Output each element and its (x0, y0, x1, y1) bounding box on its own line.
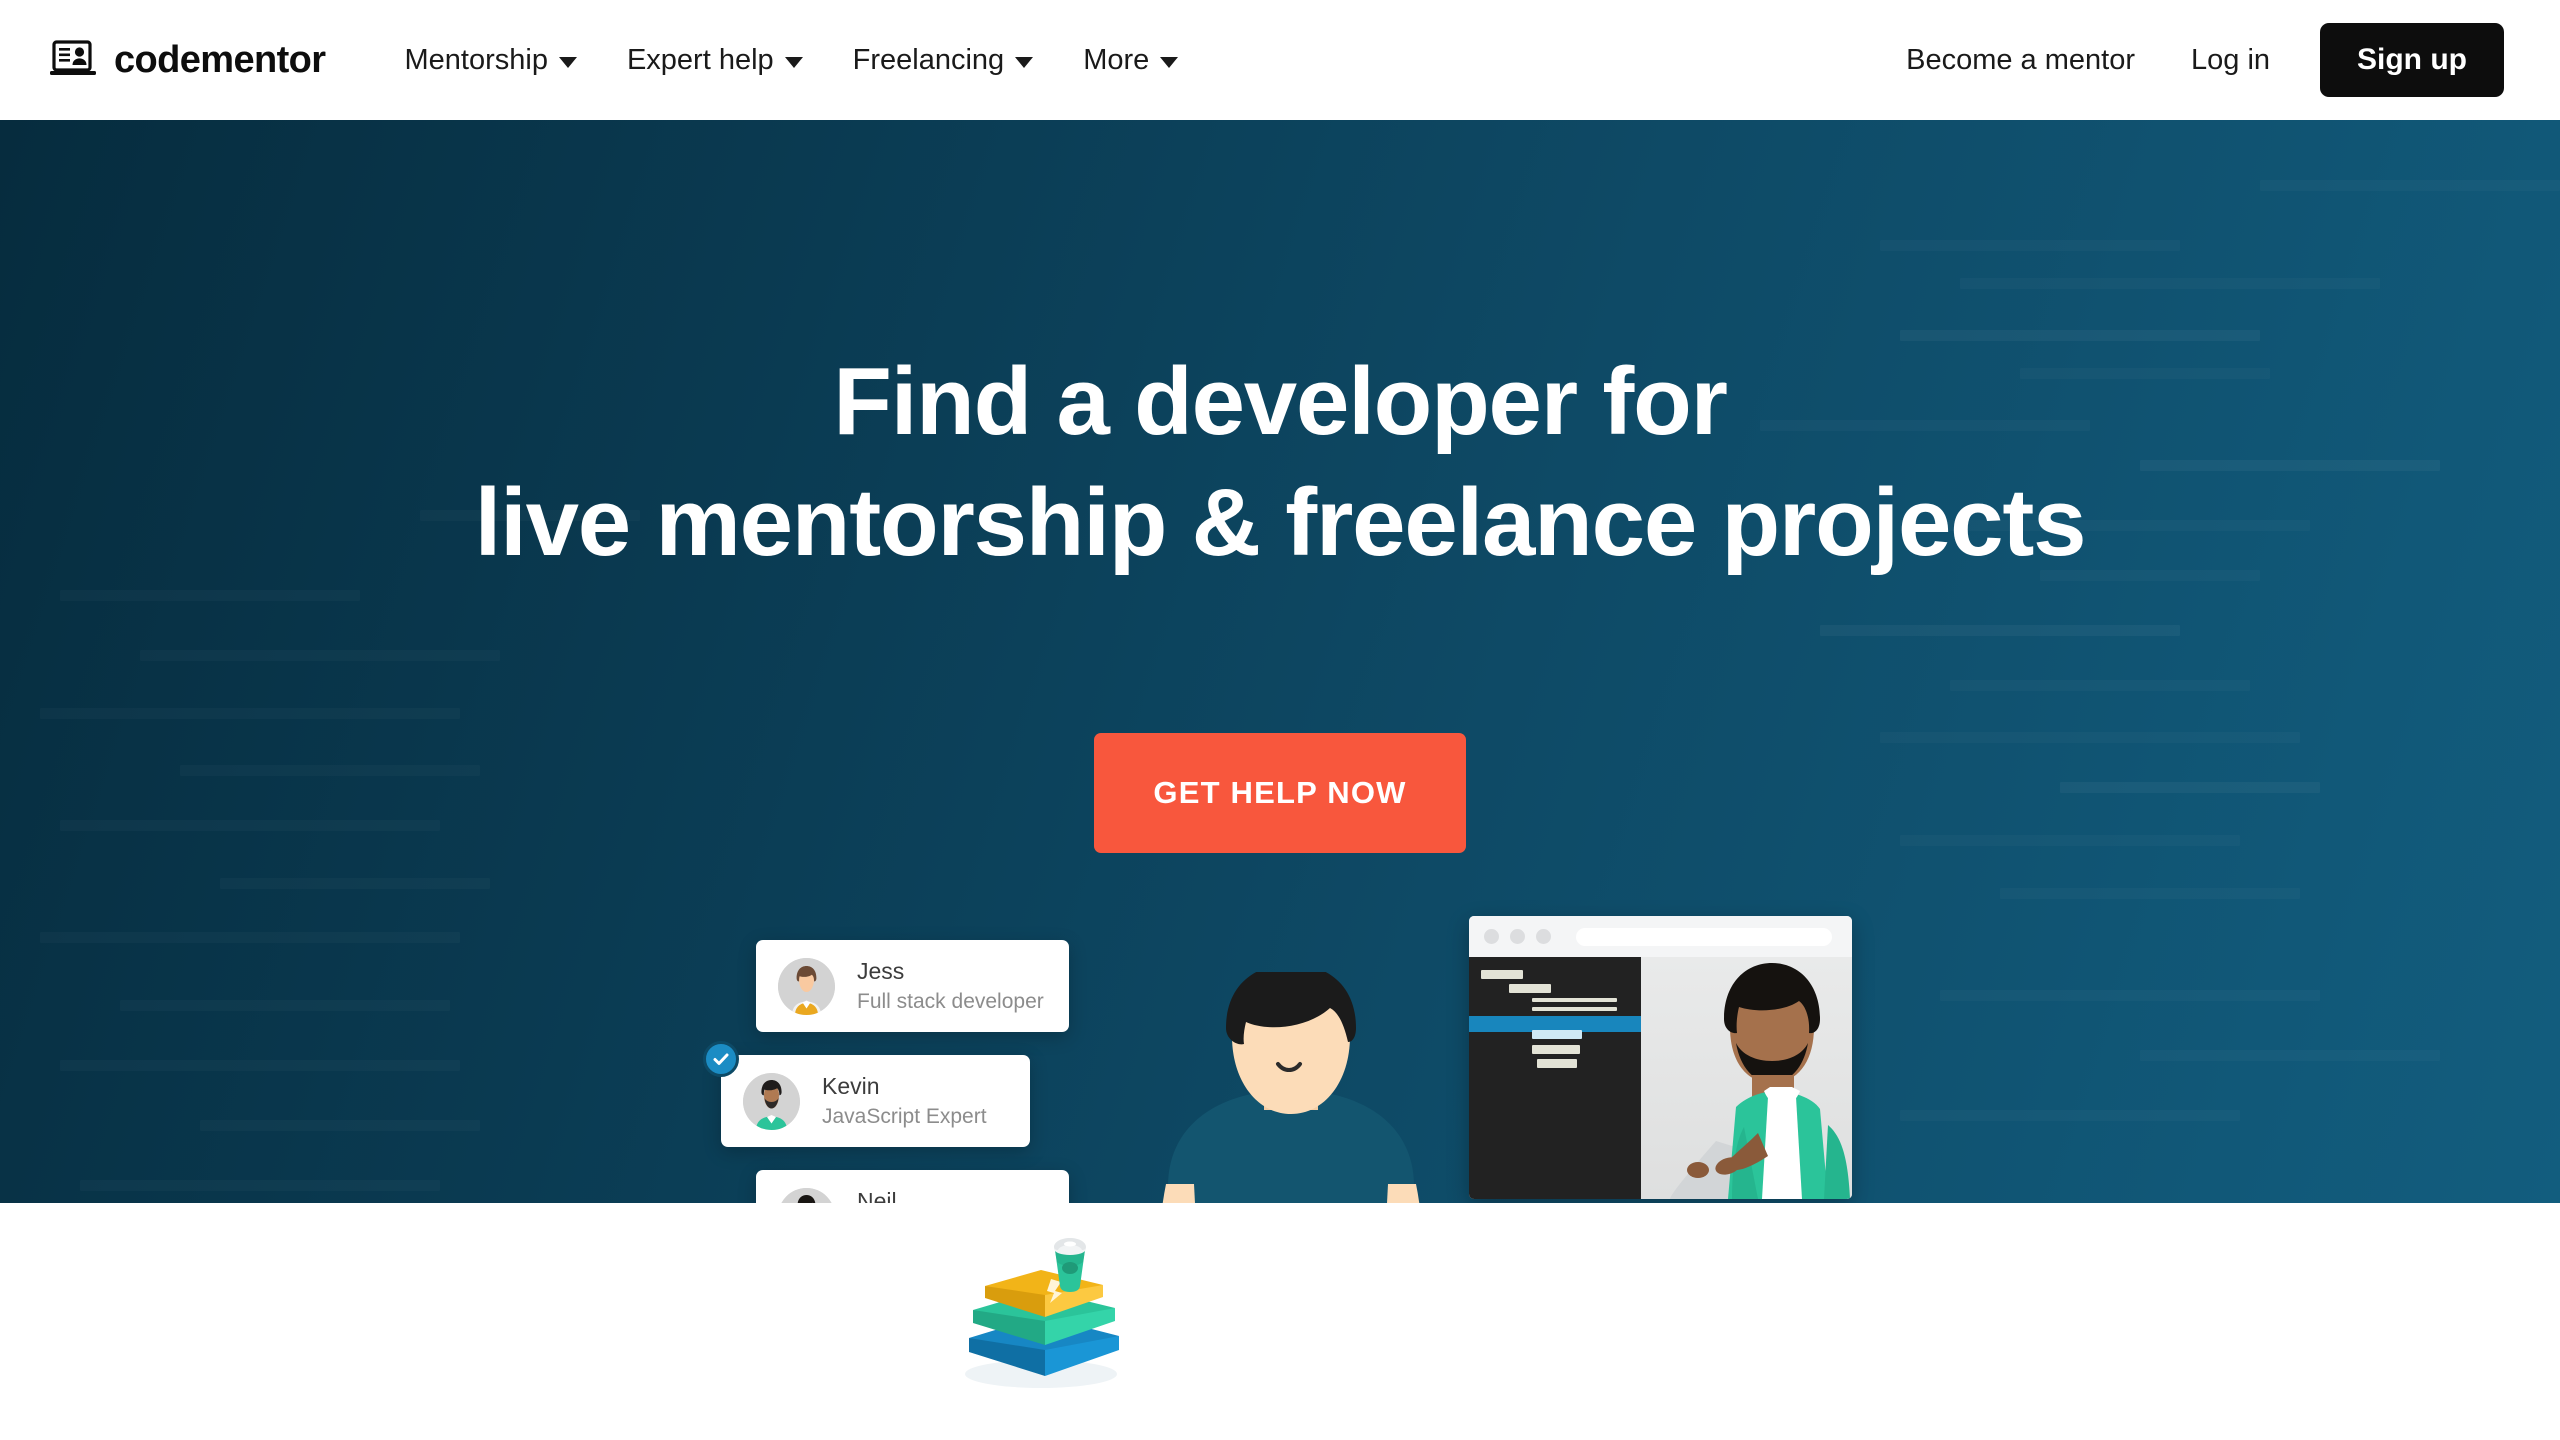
window-dot-icon (1510, 929, 1525, 944)
window-dot-icon (1536, 929, 1551, 944)
verified-badge-icon (703, 1041, 739, 1077)
window-dot-icon (1484, 929, 1499, 944)
header-actions: Become a mentor Log in Sign up (1878, 23, 2504, 97)
sign-up-button[interactable]: Sign up (2320, 23, 2504, 97)
log-in-link[interactable]: Log in (2163, 44, 2298, 77)
code-line (1537, 1059, 1577, 1068)
nav-item-expert-help[interactable]: Expert help (602, 44, 828, 77)
nav-label: Mentorship (404, 43, 548, 76)
avatar (743, 1072, 800, 1130)
mentor-name: Kevin (822, 1073, 880, 1100)
headline-line-1: Find a developer for (833, 348, 1728, 455)
hero-section: Find a developer for live mentorship & f… (0, 120, 2560, 1203)
mentor-card[interactable]: Jess Full stack developer (756, 940, 1069, 1032)
nav-item-mentorship[interactable]: Mentorship (379, 44, 601, 77)
browser-title-bar (1469, 916, 1852, 957)
code-line (1532, 1045, 1580, 1054)
code-editor-pane (1469, 957, 1641, 1199)
code-line (1532, 998, 1617, 1002)
books-and-coffee-illustration (955, 1232, 1135, 1392)
laptop-person-icon (50, 40, 96, 80)
get-help-now-button[interactable]: GET HELP NOW (1094, 733, 1466, 853)
nav-label: More (1083, 43, 1150, 76)
brand-logo[interactable]: codementor (50, 39, 326, 81)
mentor-role: Full stack developer (857, 989, 1044, 1013)
nav-item-freelancing[interactable]: Freelancing (828, 44, 1059, 77)
code-line (1532, 1007, 1617, 1011)
page-body-below-hero (0, 1203, 2560, 1440)
browser-content (1469, 957, 1852, 1199)
chevron-down-icon (1160, 56, 1179, 68)
seated-developer-illustration (1126, 972, 1456, 1203)
mentor-card[interactable]: Neil 10 years of experience (756, 1170, 1069, 1203)
nav-item-more[interactable]: More (1058, 44, 1203, 77)
brand-name: codementor (114, 39, 326, 81)
browser-mockup-illustration (1469, 916, 1852, 1199)
chevron-down-icon (784, 56, 803, 68)
mentor-on-video-illustration (1670, 963, 1850, 1199)
nav-label: Freelancing (852, 43, 1005, 76)
code-line (1481, 970, 1523, 979)
mentor-name: Neil (857, 1188, 897, 1203)
chevron-down-icon (1015, 56, 1034, 68)
code-line (1509, 984, 1551, 993)
main-nav: Mentorship Expert help Freelancing More (379, 44, 1203, 77)
avatar (778, 957, 835, 1015)
become-a-mentor-link[interactable]: Become a mentor (1878, 44, 2163, 77)
site-header: codementor Mentorship Expert help Freela… (0, 0, 2560, 120)
code-line (1532, 1030, 1582, 1039)
chevron-down-icon (558, 56, 577, 68)
mentor-role: JavaScript Expert (822, 1104, 987, 1128)
nav-label: Expert help (626, 43, 774, 76)
mentor-card[interactable]: Kevin JavaScript Expert (703, 1041, 1030, 1147)
video-call-pane (1641, 957, 1852, 1199)
landing-page: codementor Mentorship Expert help Freela… (0, 0, 2560, 1440)
mentor-name: Jess (857, 958, 905, 985)
headline-line-2: live mentorship & freelance projects (474, 468, 2087, 576)
hero-headline: Find a developer for live mentorship & f… (0, 342, 2560, 584)
avatar (778, 1187, 835, 1203)
url-bar (1576, 927, 1832, 946)
